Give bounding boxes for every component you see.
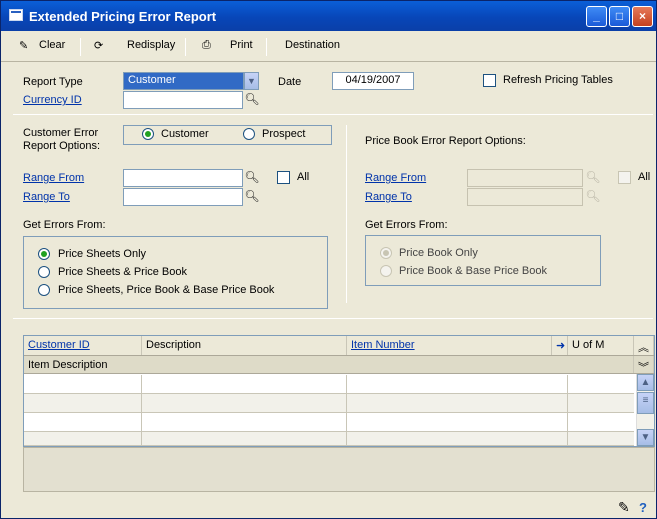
grid-scrollbar[interactable]: ▲ ≡ ▼ <box>636 374 654 446</box>
arrow-right-icon[interactable]: ➜ <box>552 336 568 355</box>
table-row[interactable] <box>24 375 634 394</box>
results-grid: Customer ID Description Item Number ➜ U … <box>23 335 655 447</box>
lookup-icon[interactable]: 🔍︎ <box>244 91 260 109</box>
lookup-icon[interactable]: 🔍︎ <box>585 188 601 206</box>
customer-range-to-field[interactable] <box>123 188 243 206</box>
title-bar: Extended Pricing Error Report _ □ × <box>1 1 656 31</box>
customer-options-label-line-1: Customer Error <box>23 127 99 139</box>
date-field[interactable]: 04/19/2007 <box>332 72 414 90</box>
maximize-button[interactable]: □ <box>609 6 630 27</box>
customer-get-errors-from-label: Get Errors From: <box>23 219 106 231</box>
note-icon[interactable]: ✎ <box>618 499 630 516</box>
destination-button[interactable]: Destination <box>285 39 340 51</box>
refresh-pricing-tables-label: Refresh Pricing Tables <box>503 74 613 86</box>
customer-radio-label: Customer <box>161 128 209 140</box>
report-type-select[interactable]: Customer <box>123 72 244 90</box>
customer-range-from-field[interactable] <box>123 169 243 187</box>
chevron-down-icon[interactable]: ︾ <box>634 356 654 374</box>
u-of-m-column-header: U of M <box>568 336 634 355</box>
table-row[interactable] <box>24 413 634 432</box>
price-sheets-base-price-book-radio[interactable] <box>38 284 50 296</box>
price-book-only-radio[interactable] <box>380 247 392 259</box>
price-book-range-to-field[interactable] <box>467 188 583 206</box>
window: Extended Pricing Error Report _ □ × ✎ Cl… <box>0 0 657 519</box>
price-book-only-label: Price Book Only <box>399 247 478 259</box>
price-book-error-report-options-label: Price Book Error Report Options: <box>365 135 526 147</box>
report-type-label: Report Type <box>23 76 83 88</box>
price-book-range-to-link[interactable]: Range To <box>365 191 412 203</box>
grid-header-row: Customer ID Description Item Number ➜ U … <box>24 336 654 356</box>
currency-id-link[interactable]: Currency ID <box>23 94 82 106</box>
customer-all-checkbox[interactable] <box>277 171 290 184</box>
print-icon[interactable]: ⎙ <box>202 39 211 52</box>
lookup-icon[interactable]: 🔍︎ <box>585 169 601 187</box>
price-sheets-base-price-book-label: Price Sheets, Price Book & Base Price Bo… <box>58 284 275 296</box>
chevron-down-icon[interactable]: ▼ <box>244 72 259 90</box>
grid-footer <box>23 447 655 492</box>
price-book-range-from-link[interactable]: Range From <box>365 172 426 184</box>
chevron-up-icon[interactable]: ︽ <box>634 336 654 355</box>
price-sheets-only-label: Price Sheets Only <box>58 248 147 260</box>
grid-secondary-header: Item Description ︾ <box>24 356 654 374</box>
table-row[interactable] <box>24 432 634 446</box>
date-label: Date <box>278 76 302 88</box>
refresh-pricing-tables-checkbox[interactable] <box>483 74 496 87</box>
window-title: Extended Pricing Error Report <box>29 9 217 24</box>
table-row[interactable] <box>24 394 634 413</box>
form-body: Report Type Customer ▼ Date 04/19/2007 R… <box>1 63 656 518</box>
window-icon <box>9 9 23 21</box>
customer-id-column-link[interactable]: Customer ID <box>24 336 142 355</box>
clear-icon[interactable]: ✎ <box>19 39 28 52</box>
customer-options-label-line-2: Report Options: <box>23 140 101 152</box>
customer-all-label: All <box>297 171 310 183</box>
close-button[interactable]: × <box>632 6 653 27</box>
scroll-thumb[interactable]: ≡ <box>637 392 654 414</box>
redisplay-button[interactable]: Redisplay <box>127 39 175 51</box>
price-book-get-errors-from-label: Get Errors From: <box>365 219 448 231</box>
redisplay-icon[interactable]: ⟳ <box>94 39 103 52</box>
toolbar: ✎ Clear ⟳ Redisplay ⎙ Print Destination <box>1 32 656 62</box>
price-book-base-price-book-label: Price Book & Base Price Book <box>399 265 547 277</box>
currency-id-field[interactable] <box>123 91 243 109</box>
customer-range-to-link[interactable]: Range To <box>23 191 70 203</box>
customer-radio[interactable] <box>142 128 154 140</box>
prospect-radio-label: Prospect <box>262 128 306 140</box>
lookup-icon[interactable]: 🔍︎ <box>244 188 260 206</box>
price-book-all-checkbox[interactable] <box>618 171 631 184</box>
price-book-all-label: All <box>638 171 651 183</box>
minimize-button[interactable]: _ <box>586 6 607 27</box>
item-description-header: Item Description <box>24 356 634 373</box>
price-book-get-errors-group <box>365 235 601 286</box>
help-icon[interactable]: ? <box>639 500 647 515</box>
price-sheets-price-book-label: Price Sheets & Price Book <box>58 266 188 278</box>
price-sheets-price-book-radio[interactable] <box>38 266 50 278</box>
customer-error-report-options-label: Customer Error Report Options: <box>23 127 100 153</box>
scroll-up-button[interactable]: ▲ <box>637 374 654 391</box>
description-column-header: Description <box>142 336 347 355</box>
clear-button[interactable]: Clear <box>39 39 65 51</box>
item-number-column-link[interactable]: Item Number <box>347 336 552 355</box>
price-book-range-from-field[interactable] <box>467 169 583 187</box>
price-book-base-price-book-radio[interactable] <box>380 265 392 277</box>
customer-range-from-link[interactable]: Range From <box>23 172 84 184</box>
print-button[interactable]: Print <box>230 39 253 51</box>
scroll-down-button[interactable]: ▼ <box>637 429 654 446</box>
lookup-icon[interactable]: 🔍︎ <box>244 169 260 187</box>
prospect-radio[interactable] <box>243 128 255 140</box>
price-sheets-only-radio[interactable] <box>38 248 50 260</box>
